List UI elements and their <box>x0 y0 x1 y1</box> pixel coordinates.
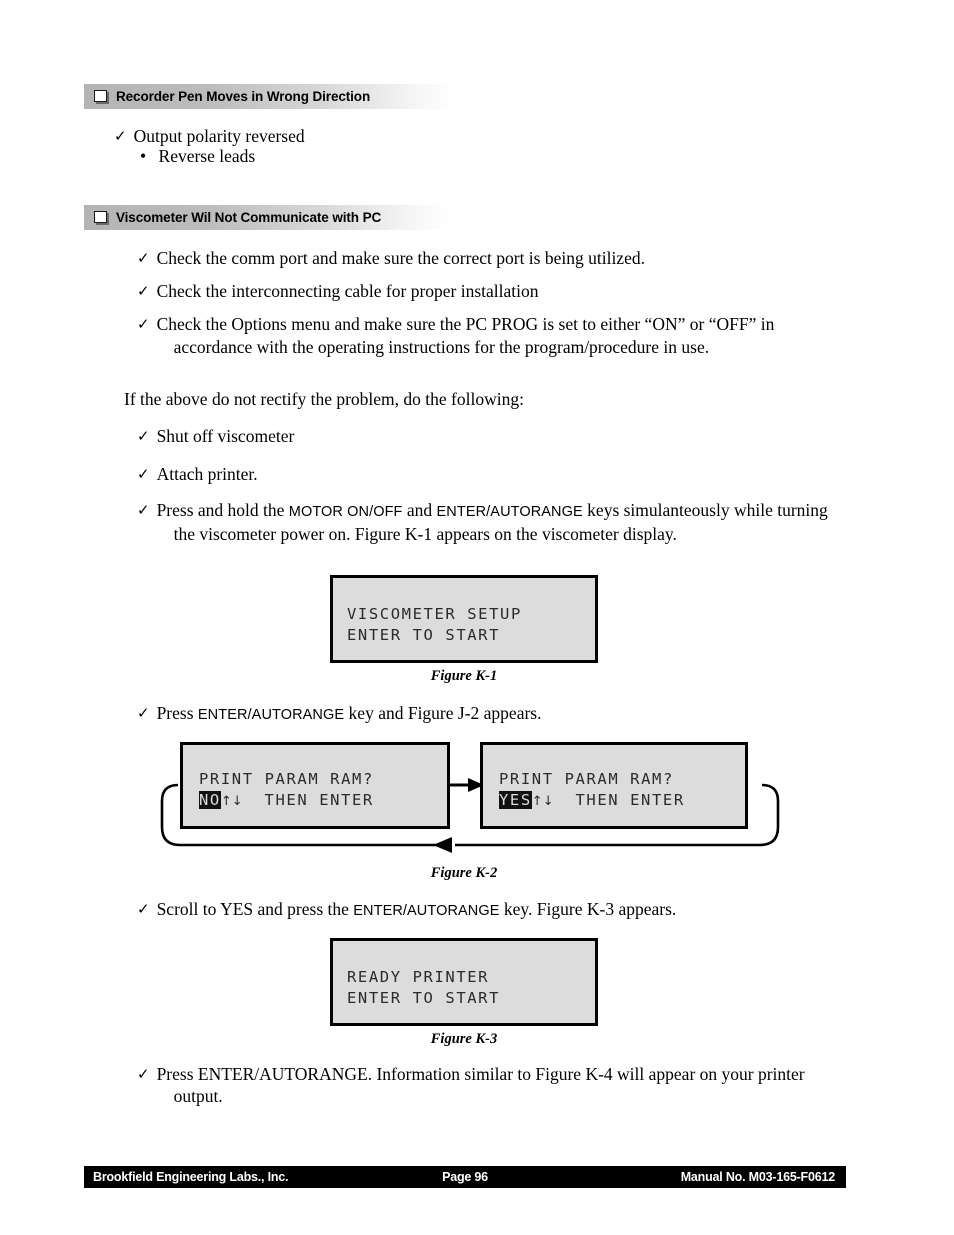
step-text-block: Press ENTER/AUTORANGE key and Figure J-2… <box>157 703 542 727</box>
step-text-prefix: Press and hold the <box>156 500 289 520</box>
checklist-item-line1: Check the Options menu and make sure the… <box>156 314 775 334</box>
check-glyph-icon: ✓ <box>137 465 150 483</box>
figure-caption-k3: Figure K-3 <box>430 1031 498 1047</box>
sub-bullet-reverse-leads: • Reverse leads <box>140 146 540 166</box>
lcd-selected-value: YES <box>499 791 532 809</box>
checklist-item-text: Output polarity reversed <box>133 126 305 146</box>
lcd-line-2: YES↑↓ THEN ENTER <box>499 790 745 812</box>
figure-caption-k2: Figure K-2 <box>430 865 498 881</box>
lcd-line-1: READY PRINTER <box>347 968 490 986</box>
up-down-arrows-icon: ↑↓ <box>220 794 243 809</box>
step-text-block: Press and hold the MOTOR ON/OFF and ENTE… <box>157 500 828 545</box>
step-press-and-hold-keys: ✓ Press and hold the MOTOR ON/OFF and EN… <box>137 500 877 545</box>
section-header-recorder-pen: Recorder Pen Moves in Wrong Direction <box>84 84 454 109</box>
key-label-motor-on-off: MOTOR ON/OFF <box>288 504 403 520</box>
step-text: Shut off viscometer <box>156 426 295 446</box>
arrowhead-left-icon <box>433 837 452 853</box>
check-glyph-icon: ✓ <box>137 249 150 267</box>
sub-bullet-text: Reverse leads <box>158 146 256 166</box>
checklist-item-options-menu: ✓ Check the Options menu and make sure t… <box>137 314 857 358</box>
check-glyph-icon: ✓ <box>137 282 150 300</box>
square-bullet-icon <box>94 210 107 223</box>
lcd-line-1: PRINT PARAM RAM? <box>499 770 674 788</box>
checklist-item-text: Check the interconnecting cable for prop… <box>156 281 539 301</box>
step-text-prefix: Scroll to YES and press the <box>156 899 354 919</box>
step-text-suffix: keys simulanteously while turning <box>582 500 828 520</box>
step-text-suffix: key. Figure K-3 appears. <box>499 899 677 919</box>
lcd-line-2: NO↑↓ THEN ENTER <box>199 790 447 812</box>
step-text-line1: Press ENTER/AUTORANGE. Information simil… <box>156 1064 805 1084</box>
step-press-enter-autorange-j2: ✓ Press ENTER/AUTORANGE key and Figure J… <box>137 703 837 727</box>
document-page: Recorder Pen Moves in Wrong Direction ✓ … <box>0 0 954 1235</box>
check-glyph-icon: ✓ <box>137 900 150 918</box>
key-label-enter-autorange: ENTER/AUTORANGE <box>353 903 500 919</box>
check-glyph-icon: ✓ <box>114 127 127 145</box>
section-heading-text: Recorder Pen Moves in Wrong Direction <box>116 89 371 104</box>
check-glyph-icon: ✓ <box>137 427 150 445</box>
checklist-item-text: Check the comm port and make sure the co… <box>156 248 645 268</box>
step-text-middle: and <box>402 500 437 520</box>
checklist-item-line2: accordance with the operating instructio… <box>173 336 710 357</box>
footer-manual-number: Manual No. M03-165-F0612 <box>680 1170 835 1184</box>
lcd-line-1: PRINT PARAM RAM? <box>199 770 374 788</box>
lcd-line-2-suffix: THEN ENTER <box>242 791 374 809</box>
key-label-enter-autorange: ENTER/AUTORANGE <box>436 504 583 520</box>
checklist-item-interconnecting-cable: ✓ Check the interconnecting cable for pr… <box>137 281 857 303</box>
step-press-enter-autorange-k4: ✓ Press ENTER/AUTORANGE. Information sim… <box>137 1064 877 1107</box>
figure-caption-k1: Figure K-1 <box>430 668 498 684</box>
lcd-display-figure-k1: VISCOMETER SETUP ENTER TO START <box>330 575 598 663</box>
lcd-selected-value: NO <box>199 791 221 809</box>
up-down-arrows-icon: ↑↓ <box>531 794 554 809</box>
lcd-display-figure-k3: READY PRINTER ENTER TO START <box>330 938 598 1026</box>
lcd-display-figure-k2-left: PRINT PARAM RAM? NO↑↓ THEN ENTER <box>180 742 450 829</box>
intro-paragraph: If the above do not rectify the problem,… <box>124 389 524 409</box>
lcd-line-2: ENTER TO START <box>347 989 501 1007</box>
step-text-block: Scroll to YES and press the ENTER/AUTORA… <box>157 899 677 923</box>
section-heading-text: Viscometer Wil Not Communicate with PC <box>116 210 382 225</box>
lcd-line-2-suffix: THEN ENTER <box>553 791 685 809</box>
checklist-item-comm-port: ✓ Check the comm port and make sure the … <box>137 248 857 270</box>
lcd-line-2: ENTER TO START <box>347 626 501 644</box>
checklist-item-output-polarity: ✓ Output polarity reversed <box>114 126 614 148</box>
check-glyph-icon: ✓ <box>137 1065 150 1083</box>
step-text-prefix: Press <box>156 703 198 723</box>
lcd-line-1: VISCOMETER SETUP <box>347 605 522 623</box>
step-shut-off-viscometer: ✓ Shut off viscometer <box>137 426 837 448</box>
step-text-block: Press ENTER/AUTORANGE. Information simil… <box>157 1064 805 1107</box>
section-header-viscometer-pc: Viscometer Wil Not Communicate with PC <box>84 205 449 230</box>
check-glyph-icon: ✓ <box>137 704 150 722</box>
step-attach-printer: ✓ Attach printer. <box>137 464 837 486</box>
key-label-enter-autorange: ENTER/AUTORANGE <box>197 707 345 723</box>
lcd-display-figure-k2-right: PRINT PARAM RAM? YES↑↓ THEN ENTER <box>480 742 748 829</box>
check-glyph-icon: ✓ <box>137 315 150 333</box>
step-text: Attach printer. <box>156 464 258 484</box>
step-text-line2: output. <box>173 1085 223 1106</box>
checklist-item-text-block: Check the Options menu and make sure the… <box>157 314 775 358</box>
step-text-suffix: key and Figure J-2 appears. <box>344 703 542 723</box>
step-scroll-to-yes: ✓ Scroll to YES and press the ENTER/AUTO… <box>137 899 837 923</box>
bullet-glyph-icon: • <box>140 146 147 166</box>
step-text-line2: the viscometer power on. Figure K-1 appe… <box>173 523 677 544</box>
check-glyph-icon: ✓ <box>137 501 150 519</box>
page-footer: Brookfield Engineering Labs., Inc. Page … <box>84 1166 846 1188</box>
square-bullet-icon <box>94 89 107 102</box>
